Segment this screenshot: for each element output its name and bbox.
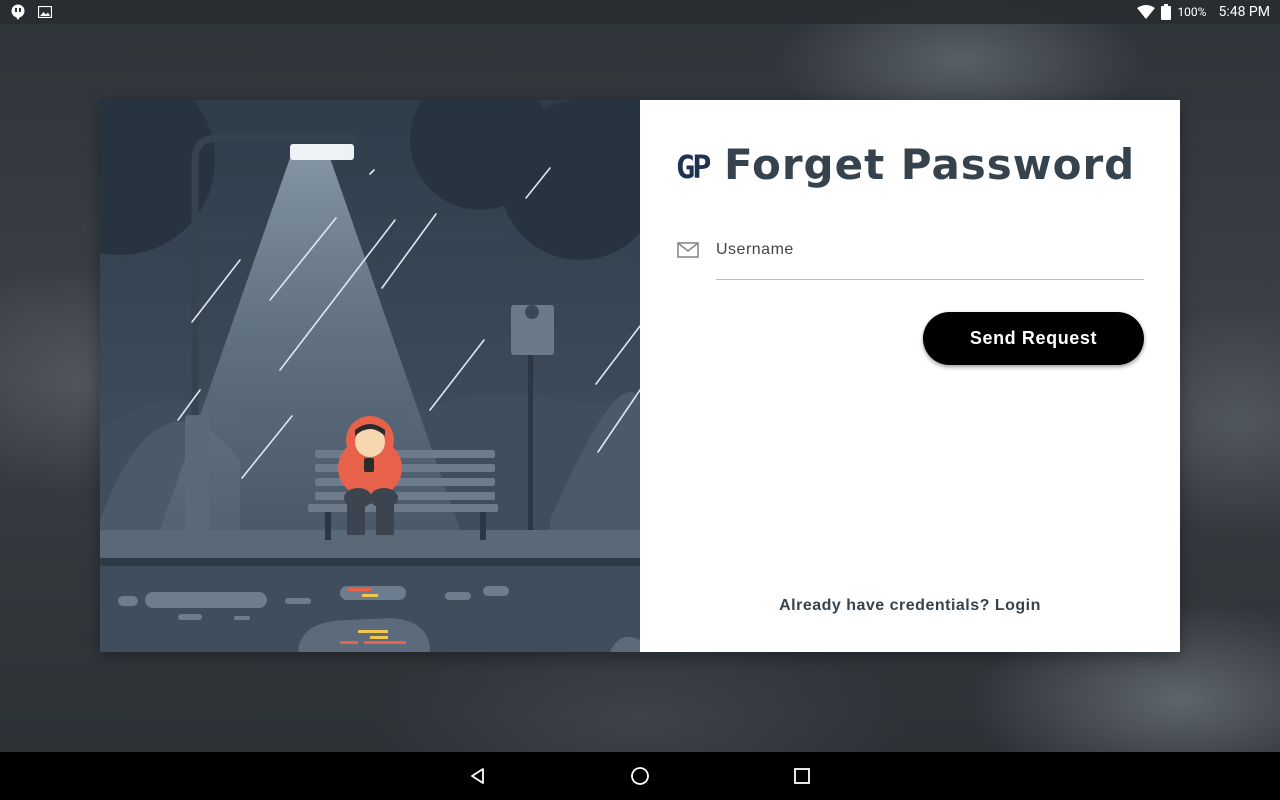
back-icon: [471, 768, 484, 784]
send-request-button[interactable]: Send Request: [923, 312, 1144, 365]
battery-icon: [1161, 4, 1172, 20]
login-prompt-text: Already have credentials?: [779, 597, 990, 614]
recents-icon: [794, 768, 810, 784]
home-button[interactable]: [624, 760, 656, 792]
title-row: GP Forget Password: [676, 140, 1135, 189]
image-icon: [38, 6, 52, 18]
mail-icon: [677, 242, 699, 258]
rainy-night-illustration: [100, 100, 640, 652]
form-panel: GP Forget Password Send Request Already …: [640, 100, 1180, 652]
svg-text:GP: GP: [676, 148, 710, 183]
username-input[interactable]: [716, 236, 1144, 280]
page-title: Forget Password: [724, 140, 1136, 189]
navigation-bar: [0, 752, 1280, 800]
clock: 5:48 PM: [1218, 4, 1270, 20]
back-button[interactable]: [462, 760, 494, 792]
login-prompt: Already have credentials? Login: [640, 597, 1180, 615]
gp-logo-icon: GP: [676, 148, 710, 183]
notification-icon: [11, 4, 25, 20]
wifi-icon: [1137, 5, 1156, 19]
username-field: [676, 236, 1144, 282]
recents-button[interactable]: [786, 760, 818, 792]
battery-level: 100%: [1177, 5, 1207, 19]
status-bar: 100% 5:48 PM: [0, 0, 1280, 24]
login-link[interactable]: Login: [995, 597, 1041, 614]
home-icon: [631, 767, 649, 785]
forget-password-card: GP Forget Password Send Request Already …: [100, 100, 1180, 652]
